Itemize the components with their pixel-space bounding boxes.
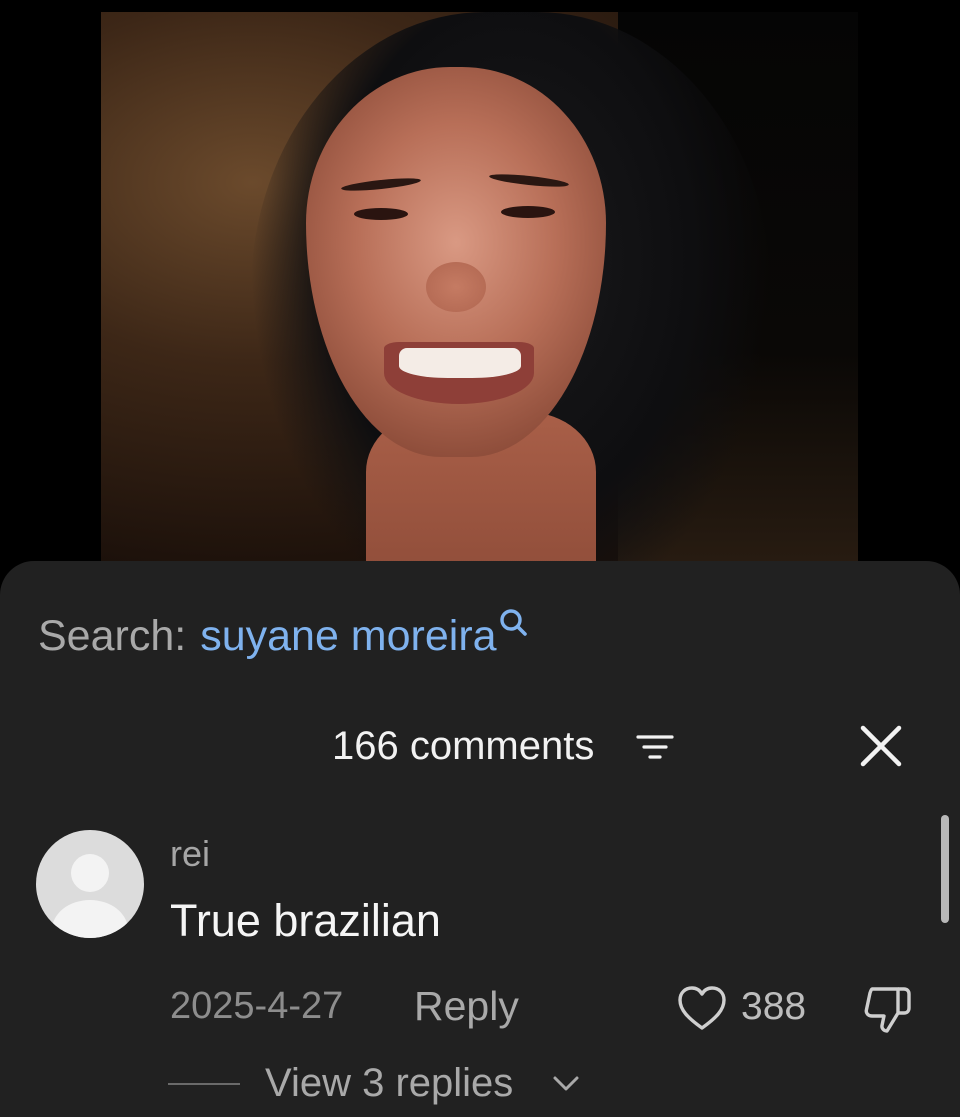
- view-replies-button[interactable]: View 3 replies: [168, 1057, 668, 1109]
- search-icon[interactable]: [499, 606, 529, 646]
- comments-count: 166 comments: [332, 724, 595, 768]
- comment-text: True brazilian: [170, 895, 441, 946]
- comment-item: rei True brazilian 2025-4-27 Reply 388 V…: [0, 823, 960, 1117]
- comments-header: 166 comments: [0, 721, 960, 771]
- search-suggestion[interactable]: Search: suyane moreira: [38, 609, 529, 661]
- search-prefix-label: Search:: [38, 611, 187, 660]
- comment-username[interactable]: rei: [170, 833, 210, 875]
- view-replies-label: View 3 replies: [265, 1061, 514, 1105]
- close-icon[interactable]: [858, 723, 904, 769]
- reply-button[interactable]: Reply: [414, 983, 519, 1030]
- video-area[interactable]: [0, 0, 960, 580]
- like-count: 388: [741, 985, 807, 1028]
- sort-lines-icon[interactable]: [636, 733, 674, 761]
- video-frame-photo: [101, 12, 858, 580]
- avatar[interactable]: [36, 830, 144, 938]
- comment-date: 2025-4-27: [170, 985, 344, 1027]
- heart-icon[interactable]: [676, 983, 728, 1035]
- comments-sheet: Search: suyane moreira 166 comments rei …: [0, 561, 960, 1117]
- thumbs-down-icon[interactable]: [860, 983, 914, 1037]
- chevron-down-icon: [552, 1075, 580, 1093]
- replies-divider: [168, 1083, 240, 1085]
- search-query-link[interactable]: suyane moreira: [200, 612, 496, 661]
